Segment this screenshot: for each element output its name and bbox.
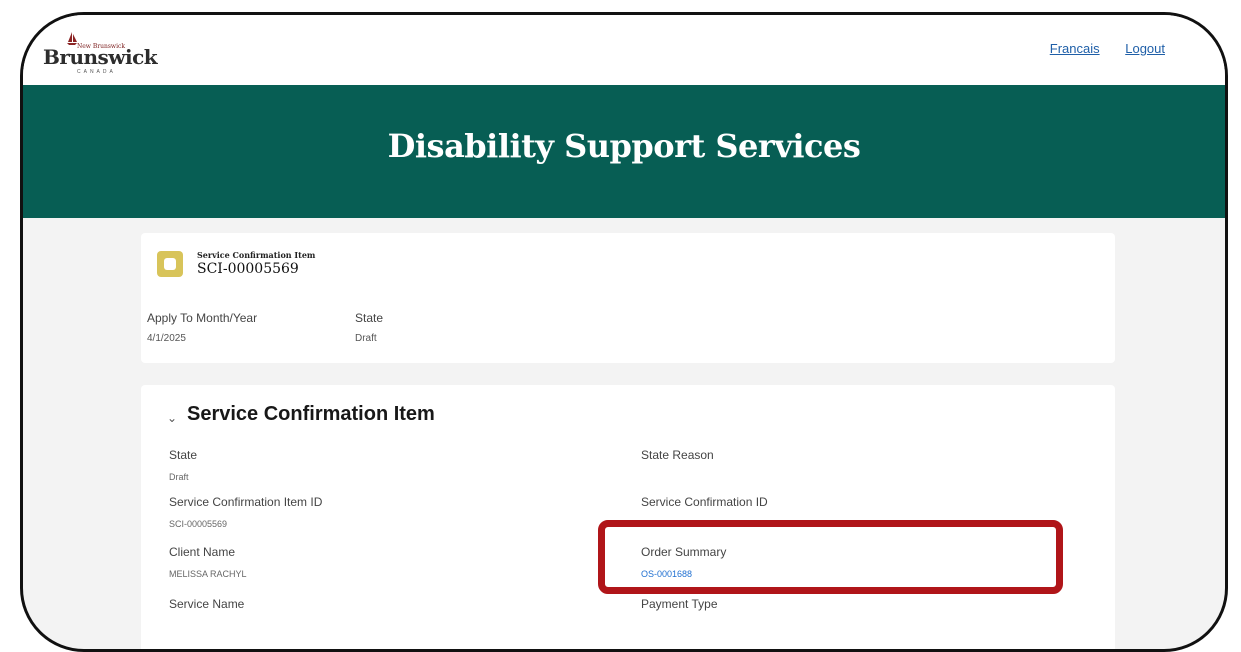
state-value: Draft [169,472,189,482]
header-state-value: Draft [355,333,377,344]
payment-type-label: Payment Type [641,597,718,611]
order-summary-highlight-box [598,520,1063,594]
record-type-icon [157,251,183,277]
page-banner: Disability Support Services [23,85,1225,218]
page-title: Disability Support Services [387,127,861,165]
state-label: State [169,448,198,462]
record-header-card: Service Confirmation Item SCI-00005569 A… [141,233,1115,363]
logo-sub-text: CANADA [77,69,116,75]
state-reason-label: State Reason [641,448,714,462]
chevron-down-icon[interactable]: ⌄ [167,411,177,425]
client-name-label: Client Name [169,545,236,559]
logout-link[interactable]: Logout [1125,41,1165,56]
client-name-value: MELISSA RACHYL [169,569,247,579]
record-type-label: Service Confirmation Item [197,250,316,260]
logo[interactable]: New Brunswick Brunswick CANADA [43,31,158,75]
sci-id-label: Service Confirmation Item ID [169,495,323,509]
detail-section-card: ⌄ Service Confirmation Item State Draft … [141,385,1115,649]
record-id: SCI-00005569 [197,261,299,277]
sci-id-value: SCI-00005569 [169,519,228,529]
francais-link[interactable]: Francais [1050,41,1100,56]
logo-main-text: Brunswick [43,45,158,69]
header-links: Francais Logout [1028,41,1165,56]
apply-month-label: Apply To Month/Year [147,311,258,325]
apply-month-value: 4/1/2025 [147,333,186,344]
top-bar: New Brunswick Brunswick CANADA Francais … [23,15,1225,85]
header-state-label: State [355,311,384,325]
section-title[interactable]: Service Confirmation Item [187,403,435,426]
sc-id-label: Service Confirmation ID [641,495,768,509]
service-name-label: Service Name [169,597,245,611]
